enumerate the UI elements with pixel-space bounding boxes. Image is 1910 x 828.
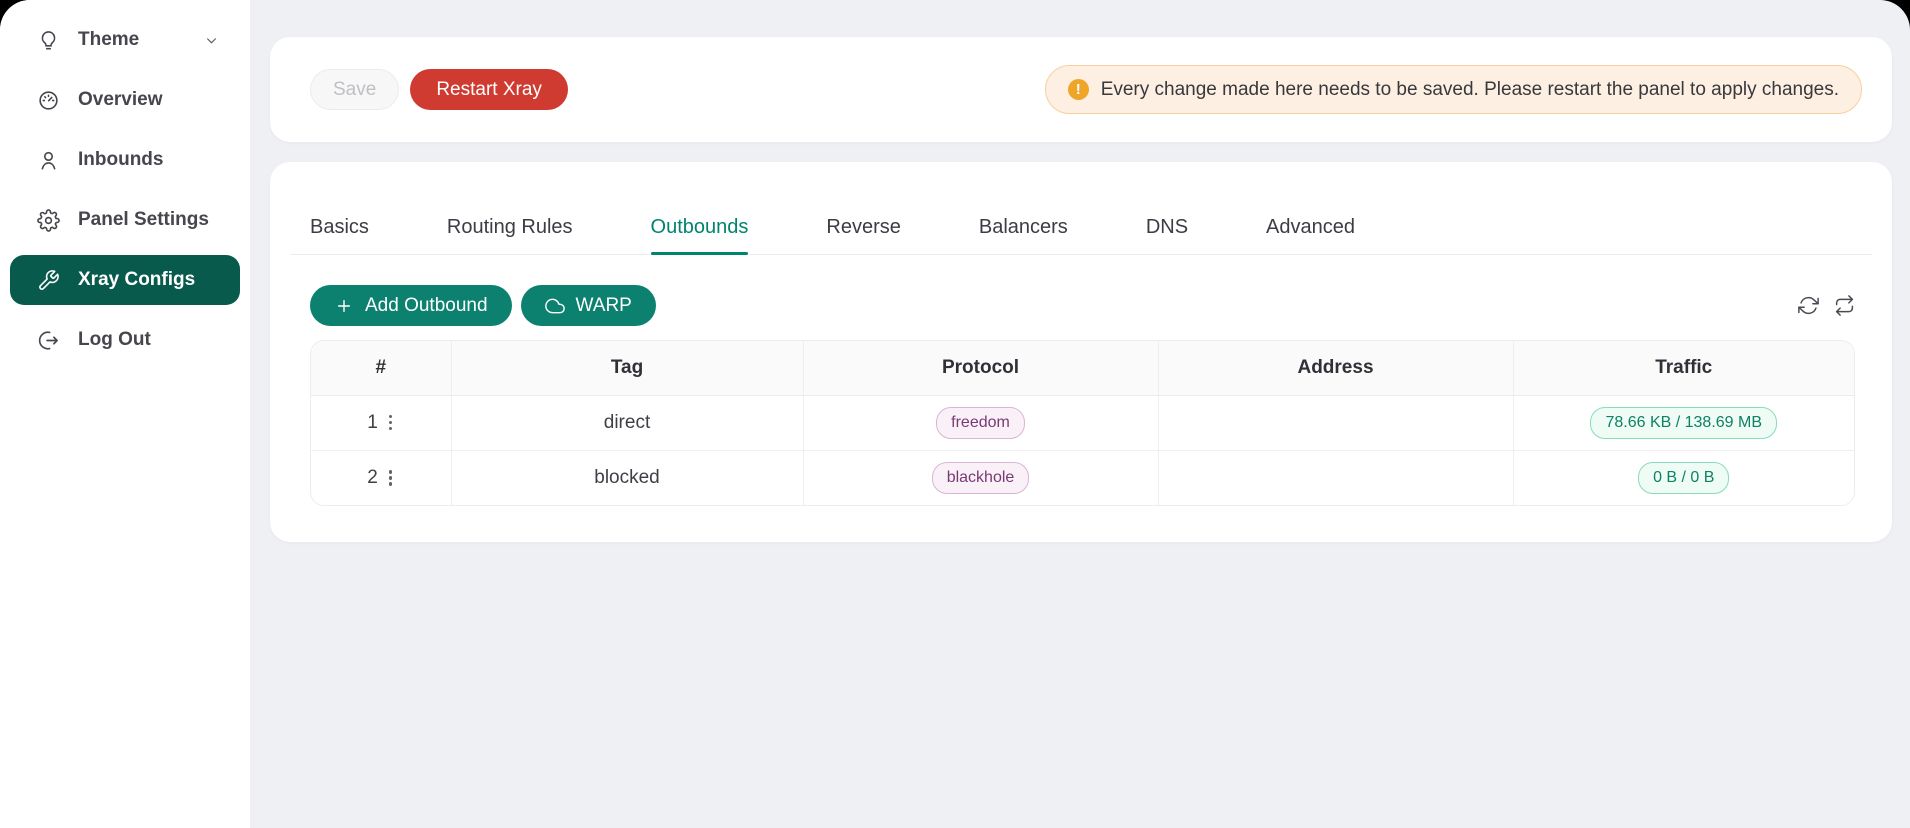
gear-icon xyxy=(37,209,60,232)
sidebar-item-label: Panel Settings xyxy=(78,209,209,231)
sidebar-item-label: Inbounds xyxy=(78,149,163,171)
tab-dns[interactable]: DNS xyxy=(1146,216,1188,254)
address-cell xyxy=(1158,450,1513,505)
xray-config-card: Basics Routing Rules Outbounds Reverse Balan… xyxy=(270,162,1892,542)
address-cell xyxy=(1158,395,1513,450)
traffic-badge: 0 B / 0 B xyxy=(1638,462,1729,494)
column-header-tag: Tag xyxy=(451,341,803,395)
warning-alert-text: Every change made here needs to be saved… xyxy=(1101,79,1839,101)
table-action-icons xyxy=(1798,295,1855,316)
chevron-down-icon xyxy=(203,32,220,49)
config-tabs: Basics Routing Rules Outbounds Reverse Balan… xyxy=(290,162,1872,255)
row-index-cell: 1 xyxy=(311,395,451,450)
user-icon xyxy=(37,149,60,172)
sidebar-item-label: Xray Configs xyxy=(78,269,195,291)
outbounds-toolbar: Add Outbound WARP xyxy=(310,285,1855,326)
protocol-badge: freedom xyxy=(936,407,1025,439)
tag-cell: direct xyxy=(451,395,803,450)
tab-reverse[interactable]: Reverse xyxy=(826,216,900,254)
tab-basics[interactable]: Basics xyxy=(310,216,369,254)
tab-outbounds[interactable]: Outbounds xyxy=(651,216,749,254)
column-header-protocol: Protocol xyxy=(803,341,1158,395)
warp-label: WARP xyxy=(576,295,632,317)
warning-alert: ! Every change made here needs to be sav… xyxy=(1045,65,1862,114)
row-index: 1 xyxy=(367,412,378,434)
sidebar-item-label: Log Out xyxy=(78,329,151,351)
add-outbound-label: Add Outbound xyxy=(365,295,488,317)
tab-balancers[interactable]: Balancers xyxy=(979,216,1068,254)
traffic-cell: 0 B / 0 B xyxy=(1513,450,1854,505)
sidebar-item-log-out[interactable]: Log Out xyxy=(10,315,240,365)
refresh-icon[interactable] xyxy=(1798,295,1819,316)
save-button[interactable]: Save xyxy=(310,69,399,110)
table-header-row: #TagProtocolAddressTraffic xyxy=(311,341,1854,395)
sidebar-nav: Theme Overview Inbounds Panel Settings Xray … xyxy=(0,15,250,365)
cloud-icon xyxy=(545,296,565,316)
sidebar-item-label: Overview xyxy=(78,89,163,111)
sidebar-item-label: Theme xyxy=(78,29,139,51)
warp-button[interactable]: WARP xyxy=(521,285,656,326)
tab-routing-rules[interactable]: Routing Rules xyxy=(447,216,573,254)
main-content: Save Restart Xray ! Every change made he… xyxy=(250,0,1910,828)
outbounds-table: #TagProtocolAddressTraffic 1 direct freedo… xyxy=(310,340,1855,506)
sidebar: Theme Overview Inbounds Panel Settings Xray … xyxy=(0,0,250,828)
action-bar-card: Save Restart Xray ! Every change made he… xyxy=(270,37,1892,142)
logout-icon xyxy=(37,329,60,352)
traffic-cell: 78.66 KB / 138.69 MB xyxy=(1513,395,1854,450)
dashboard-icon xyxy=(37,89,60,112)
table-row: 1 direct freedom 78.66 KB / 138.69 MB xyxy=(311,395,1854,450)
sidebar-item-theme[interactable]: Theme xyxy=(10,15,240,65)
sidebar-item-overview[interactable]: Overview xyxy=(10,75,240,125)
add-outbound-button[interactable]: Add Outbound xyxy=(310,285,512,326)
more-vertical-icon[interactable] xyxy=(387,467,395,489)
warning-icon: ! xyxy=(1068,79,1089,100)
protocol-cell: blackhole xyxy=(803,450,1158,505)
column-header-index: # xyxy=(311,341,451,395)
outbounds-table-grid: #TagProtocolAddressTraffic 1 direct freedo… xyxy=(311,341,1854,505)
restart-xray-button[interactable]: Restart Xray xyxy=(410,69,568,110)
table-row: 2 blocked blackhole 0 B / 0 B xyxy=(311,450,1854,505)
sidebar-item-panel-settings[interactable]: Panel Settings xyxy=(10,195,240,245)
protocol-badge: blackhole xyxy=(932,462,1030,494)
sidebar-item-xray-configs[interactable]: Xray Configs xyxy=(10,255,240,305)
column-header-traffic: Traffic xyxy=(1513,341,1854,395)
more-vertical-icon[interactable] xyxy=(387,412,395,434)
sidebar-item-inbounds[interactable]: Inbounds xyxy=(10,135,240,185)
plus-icon xyxy=(334,296,354,316)
row-index-cell: 2 xyxy=(311,450,451,505)
tag-cell: blocked xyxy=(451,450,803,505)
traffic-badge: 78.66 KB / 138.69 MB xyxy=(1590,407,1777,439)
app-window: Theme Overview Inbounds Panel Settings Xray … xyxy=(0,0,1910,828)
protocol-cell: freedom xyxy=(803,395,1158,450)
wrench-icon xyxy=(37,269,60,292)
row-index: 2 xyxy=(367,467,378,489)
bulb-icon xyxy=(37,29,60,52)
tab-advanced[interactable]: Advanced xyxy=(1266,216,1355,254)
repeat-icon[interactable] xyxy=(1834,295,1855,316)
column-header-address: Address xyxy=(1158,341,1513,395)
